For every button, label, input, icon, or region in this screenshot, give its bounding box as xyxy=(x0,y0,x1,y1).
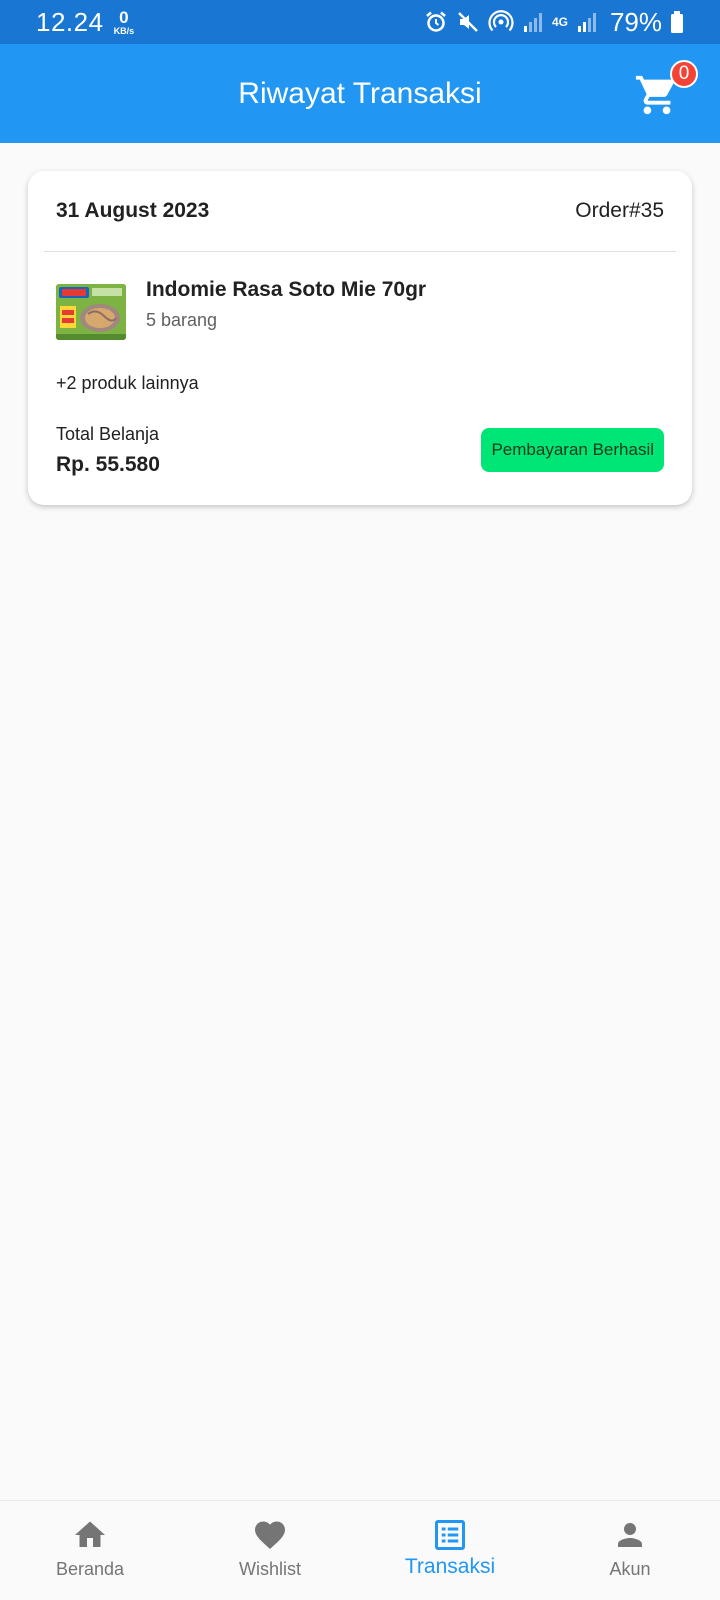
product-quantity: 5 barang xyxy=(146,310,218,330)
status-time: 12.24 xyxy=(36,6,104,37)
app-bar: Riwayat Transaksi 0 xyxy=(0,44,720,143)
cart-count-badge: 0 xyxy=(670,60,698,88)
cart-button[interactable]: 0 xyxy=(632,60,698,118)
order-date: 31 August 2023 xyxy=(56,199,210,222)
nav-label: Beranda xyxy=(55,1559,125,1579)
total-value: Rp. 55.580 xyxy=(56,453,160,476)
nav-label: Akun xyxy=(609,1559,651,1579)
status-icons: 4G 79% xyxy=(424,7,684,38)
product-info: Indomie Rasa Soto Mie 70gr 5 barang xyxy=(146,278,426,331)
mute-icon xyxy=(458,12,478,32)
hotspot-icon xyxy=(488,10,514,32)
status-bar: 12.24 0 KB/s 4G 79% xyxy=(0,0,720,44)
nav-item-wishlist[interactable]: Wishlist xyxy=(180,1501,360,1600)
nav-item-akun[interactable]: Akun xyxy=(540,1501,720,1600)
nav-item-beranda[interactable]: Beranda xyxy=(0,1501,180,1600)
alarm-icon xyxy=(426,11,446,32)
battery-percentage: 79% xyxy=(609,6,662,37)
total-label: Total Belanja xyxy=(56,424,160,444)
network-speed: 0 KB/s xyxy=(114,9,135,36)
payment-status-badge: Pembayaran Berhasil xyxy=(481,428,664,472)
page-title: Riwayat Transaksi xyxy=(238,76,482,110)
product-name: Indomie Rasa Soto Mie 70gr xyxy=(146,278,427,301)
battery-icon xyxy=(671,11,683,33)
more-products-text: +2 produk lainnya xyxy=(56,373,199,393)
product-row: Indomie Rasa Soto Mie 70gr 5 barang xyxy=(56,278,426,340)
home-icon xyxy=(75,1521,105,1547)
person-icon xyxy=(618,1523,642,1547)
transaction-card-header: 31 August 2023 Order#35 xyxy=(56,199,664,223)
nav-label: Transaksi xyxy=(404,1555,496,1578)
receipt-list-icon xyxy=(435,1520,465,1550)
nav-item-transaksi[interactable]: Transaksi xyxy=(360,1501,540,1600)
network-speed-unit: KB/s xyxy=(113,25,135,36)
order-number: Order#35 xyxy=(575,199,664,222)
nav-label: Wishlist xyxy=(239,1559,301,1579)
divider xyxy=(44,251,676,252)
bottom-nav: Beranda Wishlist Transaksi Akun xyxy=(0,1500,720,1600)
heart-icon xyxy=(255,1521,285,1550)
signal-icon xyxy=(523,13,542,32)
signal-icon xyxy=(577,13,596,32)
network-speed-value: 0 xyxy=(119,7,129,27)
product-image xyxy=(56,284,126,340)
network-type-label: 4G xyxy=(551,15,568,29)
transaction-card[interactable]: 31 August 2023 Order#35 Indomie Rasa Sot… xyxy=(28,171,692,505)
